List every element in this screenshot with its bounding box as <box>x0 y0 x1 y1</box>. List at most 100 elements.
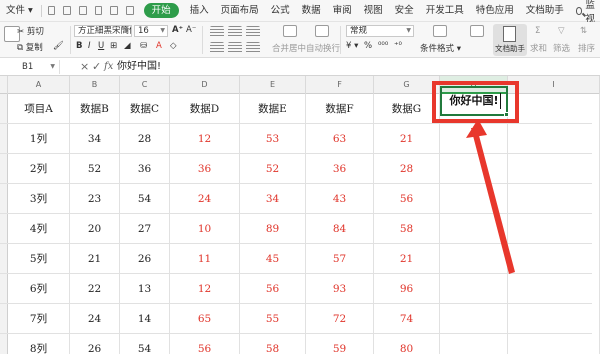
empty-cell[interactable] <box>508 274 600 304</box>
underline-icon[interactable]: U <box>98 41 104 51</box>
column-header-c[interactable]: C <box>120 76 170 94</box>
header-cell[interactable]: 数据F <box>306 94 374 124</box>
header-cell[interactable]: 项目A <box>8 94 70 124</box>
table-cell[interactable]: 26 <box>70 334 120 354</box>
tab-10[interactable]: 文档助手 <box>520 0 570 22</box>
table-cell[interactable]: 26 <box>120 244 170 274</box>
bold-icon[interactable]: B <box>76 41 82 51</box>
table-cell[interactable]: 21 <box>374 244 440 274</box>
empty-cell[interactable] <box>508 184 600 214</box>
align-bottom-icon[interactable] <box>246 26 260 38</box>
table-cell[interactable]: 12 <box>170 124 240 154</box>
table-cell[interactable]: 96 <box>374 274 440 304</box>
sort-icon[interactable]: ⇅ <box>580 26 587 36</box>
tab-3[interactable]: 公式 <box>265 0 296 22</box>
table-cell[interactable]: 6列 <box>8 274 70 304</box>
column-header-i[interactable]: I <box>508 76 600 94</box>
column-header-f[interactable]: F <box>306 76 374 94</box>
conditional-format-button[interactable]: 条件格式 ▾ <box>420 42 461 54</box>
fill-bucket-icon[interactable]: ⛁ <box>140 41 147 51</box>
tab-7[interactable]: 安全 <box>389 0 420 22</box>
table-cell[interactable]: 52 <box>70 154 120 184</box>
fill-color-icon[interactable]: ◢ <box>124 41 131 51</box>
formula-input[interactable]: 你好中国! <box>117 59 161 75</box>
table-cell[interactable]: 4列 <box>8 214 70 244</box>
header-cell[interactable]: 数据C <box>120 94 170 124</box>
table-cell[interactable]: 11 <box>170 244 240 274</box>
font-color-icon[interactable]: A <box>156 41 162 51</box>
table-cell[interactable]: 80 <box>374 334 440 354</box>
empty-cell[interactable] <box>440 124 508 154</box>
table-cell[interactable]: 10 <box>170 214 240 244</box>
table-cell[interactable]: 22 <box>70 274 120 304</box>
align-center-icon[interactable] <box>228 42 242 54</box>
thousands-icon[interactable]: ⁰⁰⁰ <box>378 41 388 51</box>
file-menu[interactable]: 文件 ▾ <box>0 0 39 22</box>
empty-cell[interactable] <box>440 184 508 214</box>
preview-icon[interactable] <box>94 6 103 15</box>
header-cell[interactable]: 数据E <box>240 94 306 124</box>
table-cell[interactable]: 63 <box>306 124 374 154</box>
number-format-select[interactable]: 常规 ▼ <box>346 25 414 37</box>
align-right-icon[interactable] <box>246 42 260 54</box>
table-cell[interactable]: 55 <box>240 304 306 334</box>
column-header-g[interactable]: G <box>374 76 440 94</box>
empty-cell[interactable] <box>508 214 600 244</box>
format-painter-icon[interactable]: 🖌 <box>53 41 64 51</box>
decrease-font-icon[interactable]: A⁻ <box>186 25 196 35</box>
clear-format-icon[interactable]: ◇ <box>170 41 177 51</box>
empty-cell[interactable] <box>440 154 508 184</box>
table-cell[interactable]: 93 <box>306 274 374 304</box>
empty-cell[interactable] <box>508 334 600 354</box>
table-cell[interactable]: 84 <box>306 214 374 244</box>
tab-8[interactable]: 开发工具 <box>420 0 470 22</box>
table-cell[interactable]: 74 <box>374 304 440 334</box>
table-cell[interactable]: 28 <box>120 124 170 154</box>
table-cell[interactable]: 20 <box>70 214 120 244</box>
empty-cell[interactable] <box>508 94 600 124</box>
conditional-format-icon[interactable] <box>433 25 447 37</box>
table-cell[interactable]: 7列 <box>8 304 70 334</box>
sum-icon[interactable]: Σ <box>535 26 540 36</box>
tab-2[interactable]: 页面布局 <box>215 0 265 22</box>
table-cell[interactable]: 54 <box>120 334 170 354</box>
percent-icon[interactable]: % <box>364 41 372 51</box>
merge-icon[interactable] <box>283 25 297 37</box>
table-cell[interactable]: 56 <box>240 274 306 304</box>
sum-button[interactable]: 求和 <box>530 42 547 54</box>
table-cell[interactable]: 28 <box>374 154 440 184</box>
table-cell[interactable]: 21 <box>374 124 440 154</box>
column-header-a[interactable]: A <box>8 76 70 94</box>
table-cell[interactable]: 53 <box>240 124 306 154</box>
print-icon[interactable] <box>78 6 87 15</box>
table-cell[interactable]: 21 <box>70 244 120 274</box>
empty-cell[interactable] <box>440 334 508 354</box>
increase-font-icon[interactable]: A⁺ <box>172 25 183 35</box>
table-cell[interactable]: 54 <box>120 184 170 214</box>
folder-icon[interactable] <box>47 6 56 15</box>
fx-icon[interactable]: fx <box>104 59 113 75</box>
table-cell[interactable]: 58 <box>240 334 306 354</box>
search-button[interactable]: 监视 <box>575 0 600 25</box>
table-cell[interactable]: 45 <box>240 244 306 274</box>
table-cell[interactable]: 36 <box>306 154 374 184</box>
cancel-icon[interactable]: × <box>80 59 89 75</box>
empty-cell[interactable] <box>508 124 600 154</box>
table-cell[interactable]: 65 <box>170 304 240 334</box>
name-box[interactable]: B1 ▼ <box>0 60 60 74</box>
table-cell[interactable]: 36 <box>170 154 240 184</box>
column-header-b[interactable]: B <box>70 76 120 94</box>
tab-start[interactable]: 开始 <box>143 3 179 18</box>
confirm-icon[interactable]: ✓ <box>92 59 101 75</box>
table-cell[interactable]: 23 <box>70 184 120 214</box>
save-icon[interactable] <box>63 6 71 15</box>
currency-icon[interactable]: ¥ ▾ <box>346 41 358 51</box>
tab-4[interactable]: 数据 <box>296 0 327 22</box>
table-cell[interactable]: 36 <box>120 154 170 184</box>
table-cell[interactable]: 24 <box>70 304 120 334</box>
font-size-select[interactable]: 16 ▼ <box>134 25 168 37</box>
italic-icon[interactable]: I <box>88 41 91 51</box>
empty-cell[interactable] <box>440 214 508 244</box>
redo-icon[interactable] <box>125 6 134 15</box>
sort-button[interactable]: 排序 <box>578 42 595 54</box>
